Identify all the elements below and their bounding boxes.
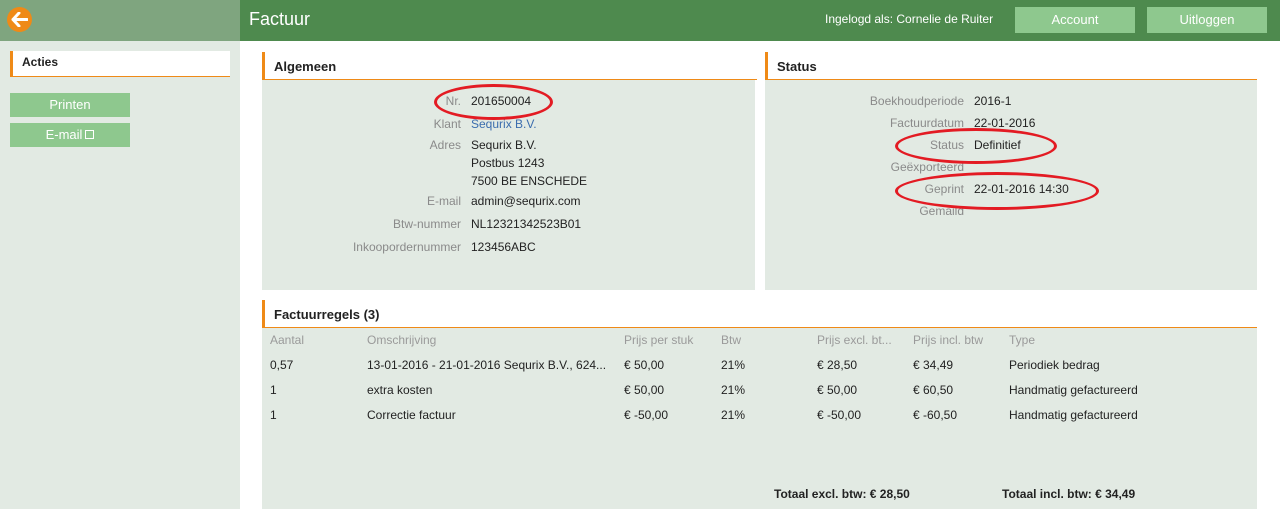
address-line: 7500 BE ENSCHEDE: [471, 174, 588, 188]
checkbox-icon: [85, 130, 95, 140]
col-description[interactable]: Omschrijving: [367, 333, 436, 347]
period-value: 2016-1: [974, 94, 1012, 108]
cell-description: Correctie factuur: [367, 408, 456, 422]
logout-button[interactable]: Uitloggen: [1147, 7, 1267, 33]
cell-price-excl: € 50,00: [817, 383, 858, 397]
cell-price-excl: € -50,00: [817, 408, 862, 422]
cell-quantity: 0,57: [270, 358, 294, 372]
col-price-excl[interactable]: Prijs excl. bt...: [817, 333, 892, 347]
cell-price-incl: € 60,50: [913, 383, 954, 397]
invoice-number-label: Nr.: [445, 94, 461, 108]
col-price-incl[interactable]: Prijs incl. btw: [913, 333, 983, 347]
cell-type: Periodiek bedrag: [1009, 358, 1100, 372]
highlight-invoice-number: [434, 84, 553, 120]
cell-type: Handmatig gefactureerd: [1009, 383, 1138, 397]
col-vat[interactable]: Btw: [721, 333, 741, 347]
cell-unit-price: € 50,00: [624, 358, 665, 372]
cell-price-incl: € 34,49: [913, 358, 954, 372]
col-type[interactable]: Type: [1009, 333, 1035, 347]
logged-in-user: Ingelogd als: Cornelie de Ruiter: [825, 12, 994, 26]
print-button[interactable]: Printen: [10, 93, 130, 117]
page-title: Factuur: [249, 9, 311, 29]
sidebar-title: Acties: [10, 51, 230, 77]
cell-vat: 21%: [721, 408, 746, 422]
cell-quantity: 1: [270, 383, 277, 397]
address-line: Postbus 1243: [471, 156, 545, 170]
address-label: Adres: [429, 138, 461, 152]
po-number-value: 123456ABC: [471, 240, 536, 254]
cell-description: extra kosten: [367, 383, 433, 397]
period-label: Boekhoudperiode: [869, 94, 964, 108]
cell-type: Handmatig gefactureerd: [1009, 408, 1138, 422]
col-quantity[interactable]: Aantal: [270, 333, 304, 347]
cell-description: 13-01-2016 - 21-01-2016 Sequrix B.V., 62…: [367, 358, 607, 372]
customer-label: Klant: [433, 117, 461, 131]
highlight-printed: [895, 172, 1099, 210]
cell-vat: 21%: [721, 383, 746, 397]
cell-quantity: 1: [270, 408, 277, 422]
arrow-left-icon: [11, 12, 28, 27]
cell-vat: 21%: [721, 358, 746, 372]
total-excl-vat: Totaal excl. btw: € 28,50: [774, 487, 910, 501]
topbar-left: [0, 0, 240, 41]
cell-unit-price: € 50,00: [624, 383, 665, 397]
invoice-lines-title: Factuurregels (3): [262, 300, 1257, 328]
address-line: Sequrix B.V.: [471, 138, 537, 152]
cell-price-excl: € 28,50: [817, 358, 858, 372]
invoice-lines-panel: Aantal Omschrijving Prijs per stuk Btw P…: [262, 328, 1257, 509]
back-button[interactable]: [7, 7, 32, 32]
email-button-label: E-mail: [45, 127, 83, 142]
sidebar: Acties Printen E-mail: [0, 41, 240, 509]
col-unit-price[interactable]: Prijs per stuk: [624, 333, 693, 347]
status-panel-title: Status: [765, 52, 1257, 80]
topbar: Factuur Ingelogd als: Cornelie de Ruiter…: [240, 0, 1280, 41]
vat-number-value: NL12321342523B01: [471, 217, 582, 231]
po-number-label: Inkoopordernummer: [352, 240, 461, 254]
total-incl-vat: Totaal incl. btw: € 34,49: [1002, 487, 1136, 501]
general-panel-title: Algemeen: [262, 52, 757, 80]
cell-unit-price: € -50,00: [624, 408, 669, 422]
cell-price-incl: € -60,50: [913, 408, 958, 422]
exported-label: Geëxporteerd: [890, 160, 964, 174]
invoice-date-label: Factuurdatum: [889, 116, 964, 130]
address-value: Sequrix B.V. Postbus 1243 7500 BE ENSCHE…: [471, 136, 587, 190]
email-button[interactable]: E-mail: [10, 123, 130, 147]
account-button[interactable]: Account: [1015, 7, 1135, 33]
email-label: E-mail: [426, 194, 461, 208]
email-value: admin@sequrix.com: [471, 194, 581, 208]
vat-number-label: Btw-nummer: [392, 217, 461, 231]
highlight-status: [895, 128, 1057, 164]
